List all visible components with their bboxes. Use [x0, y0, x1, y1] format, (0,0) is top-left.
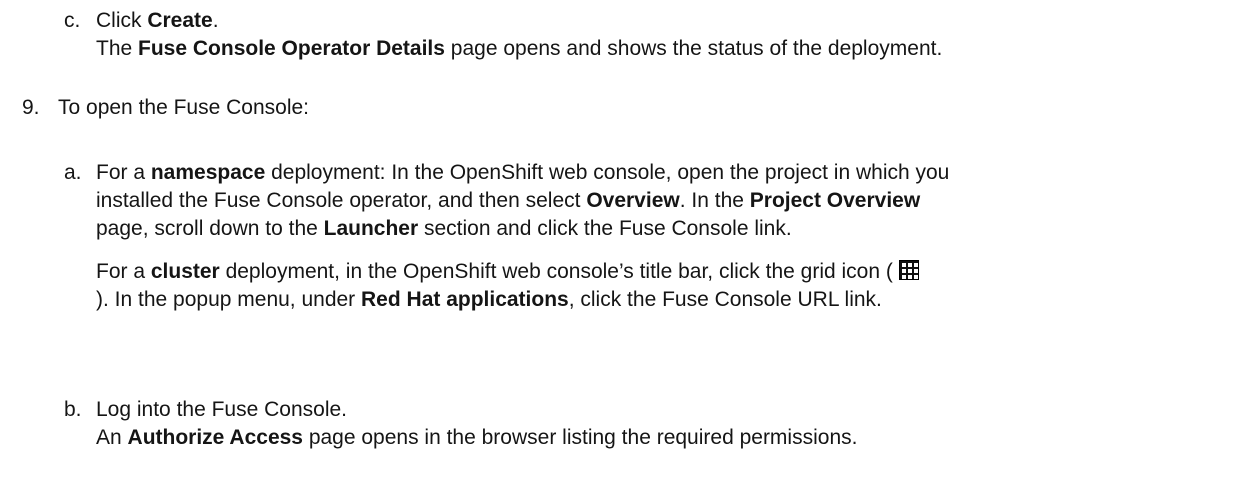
- text-segment: page, scroll down to the: [96, 217, 324, 240]
- text-segment: . In the: [679, 189, 750, 212]
- text-segment: installed the Fuse Console operator, and…: [96, 189, 587, 212]
- step-c-prefix: Click: [96, 9, 148, 32]
- text-segment: For a: [96, 260, 151, 283]
- operator-details-term: Fuse Console Operator Details: [138, 37, 445, 60]
- grid-icon: [898, 260, 919, 280]
- step-b-content: Log into the Fuse Console. An Authorize …: [96, 396, 1246, 452]
- step-b-result: An Authorize Access page opens in the br…: [96, 424, 1246, 452]
- step-a-marker: a.: [64, 161, 82, 184]
- step-c-result: The Fuse Console Operator Details page o…: [96, 35, 1246, 63]
- step-c-instruction: Click Create.: [96, 7, 1246, 35]
- step-a-namespace-para: For a namespace deployment: In the OpenS…: [96, 159, 1246, 243]
- step-b-result-text: page opens in the browser listing the re…: [302, 426, 858, 449]
- step-b-instruction: Log into the Fuse Console.: [96, 398, 347, 421]
- step-a-cluster-para: For a cluster deployment, in the OpenShi…: [96, 258, 1246, 314]
- step-c-content: Click Create. The Fuse Console Operator …: [96, 7, 1246, 63]
- red-hat-applications-term: Red Hat applications: [361, 288, 569, 311]
- step-b-result-prefix: An: [96, 426, 128, 449]
- step-a-content: For a namespace deployment: In the OpenS…: [96, 159, 1246, 314]
- launcher-term: Launcher: [323, 217, 419, 240]
- step-c-result-prefix: The: [96, 37, 139, 60]
- cluster-term: cluster: [150, 260, 220, 283]
- project-overview-term: Project Overview: [749, 189, 921, 212]
- step-9-marker: 9.: [22, 96, 40, 119]
- text-segment: , click the Fuse Console URL link.: [568, 288, 882, 311]
- text-segment: deployment, in the OpenShift web console…: [219, 260, 899, 283]
- overview-term: Overview: [586, 189, 680, 212]
- text-segment: For a: [96, 161, 151, 184]
- step-c-suffix: .: [212, 9, 219, 32]
- step-c-result-text: page opens and shows the status of the d…: [444, 37, 943, 60]
- step-c-marker: c.: [64, 9, 81, 32]
- step-b-marker: b.: [64, 398, 82, 421]
- text-segment: section and click the Fuse Console link.: [418, 217, 792, 240]
- authorize-access-term: Authorize Access: [127, 426, 303, 449]
- step-9-text: To open the Fuse Console:: [58, 96, 309, 119]
- namespace-term: namespace: [150, 161, 266, 184]
- create-term: Create: [147, 9, 213, 32]
- text-segment: deployment: In the OpenShift web console…: [265, 161, 950, 184]
- text-segment: ). In the popup menu, under: [96, 288, 362, 311]
